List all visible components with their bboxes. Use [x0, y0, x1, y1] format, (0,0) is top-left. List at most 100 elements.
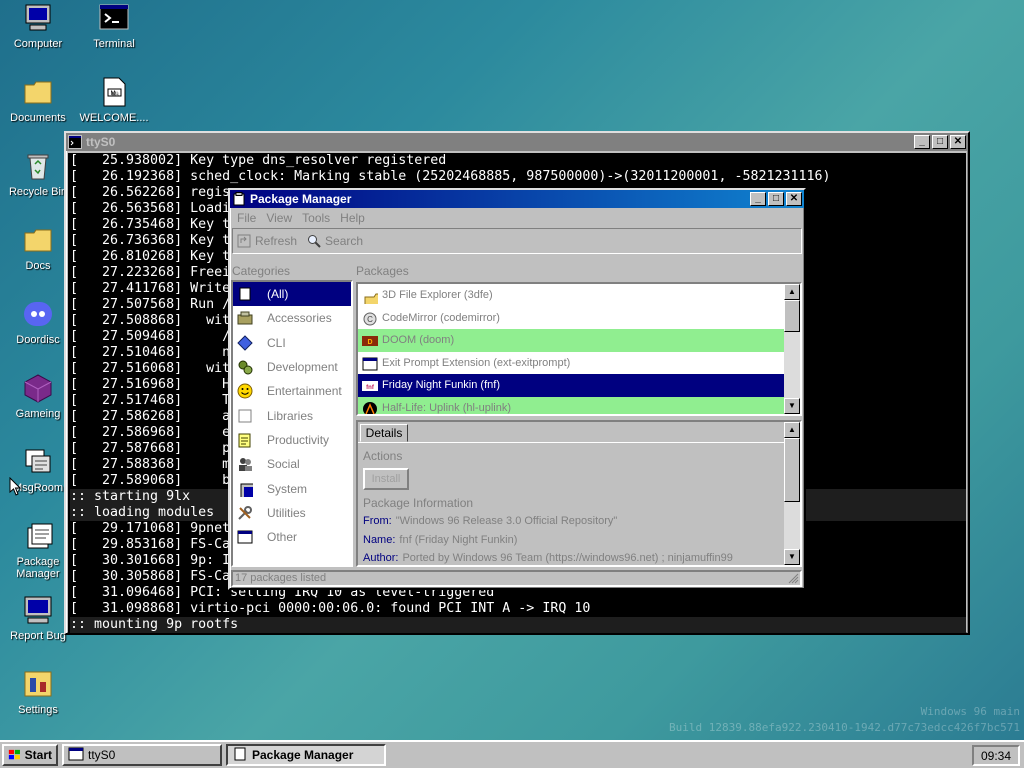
category-all[interactable]: (All) — [233, 282, 351, 307]
category-label: Social — [267, 457, 300, 472]
categories-list[interactable]: (All) Accessories CLI Development Entertainm… — [231, 280, 353, 567]
category-label: Accessories — [267, 311, 332, 326]
details-scrollbar[interactable]: ▲ ▼ — [784, 422, 800, 565]
task-label: Package Manager — [252, 748, 354, 762]
menu-file[interactable]: File — [232, 211, 261, 225]
category-cli[interactable]: CLI — [233, 331, 351, 355]
desktop-icon-settings[interactable]: Settings — [0, 668, 76, 716]
accessories-icon — [237, 310, 253, 326]
category-label: Development — [267, 360, 338, 375]
task-button-ttys0[interactable]: ttyS0 — [62, 744, 222, 766]
package-row[interactable]: D DOOM (doom) — [358, 329, 784, 352]
menu-bar: File View Tools Help — [230, 208, 804, 228]
status-bar: 17 packages listed — [231, 570, 802, 587]
category-entertainment[interactable]: Entertainment — [233, 379, 351, 403]
resize-grip-icon[interactable] — [788, 573, 799, 584]
desktop-icon-welcome[interactable]: M↓ WELCOME.... — [76, 76, 152, 124]
package-label: Half-Life: Uplink (hl-uplink) — [382, 401, 511, 414]
minimize-button[interactable]: _ — [914, 135, 930, 149]
category-system[interactable]: System — [233, 476, 351, 510]
folder-icon — [22, 224, 54, 256]
maximize-button[interactable]: □ — [932, 135, 948, 149]
watermark-line1: Windows 96 main — [920, 705, 1020, 718]
category-productivity[interactable]: Productivity — [233, 428, 351, 452]
install-button[interactable]: Install — [363, 468, 409, 490]
close-button[interactable]: ✕ — [950, 135, 966, 149]
category-label: (All) — [267, 287, 289, 302]
terminal-line: :: mounting 9p rootfs — [70, 617, 966, 633]
monitor-icon — [22, 594, 54, 626]
search-button[interactable]: Search — [307, 234, 363, 248]
category-label: Utilities — [267, 505, 306, 520]
category-accessories[interactable]: Accessories — [233, 306, 351, 330]
scroll-down-button[interactable]: ▼ — [784, 398, 800, 414]
terminal-icon — [98, 2, 130, 34]
scroll-up-button[interactable]: ▲ — [784, 284, 800, 300]
category-label: System — [267, 481, 308, 496]
category-label: CLI — [267, 335, 286, 350]
task-button-package-manager[interactable]: Package Manager — [226, 744, 386, 766]
category-social[interactable]: Social — [233, 452, 351, 476]
info-value: Ported by Windows 96 Team (https://windo… — [402, 552, 733, 564]
packages-scrollbar[interactable]: ▲ ▼ — [784, 284, 800, 414]
category-development[interactable]: Development — [233, 355, 351, 379]
settings-icon — [22, 668, 54, 700]
minimize-button[interactable]: _ — [750, 192, 766, 206]
packages-list[interactable]: 3D File Explorer (3dfe) C CodeMirror (code… — [356, 282, 802, 416]
start-button[interactable]: Start — [2, 744, 58, 766]
package-info-label: Package Information — [363, 496, 474, 510]
package-label: CodeMirror (codemirror) — [382, 311, 500, 324]
menu-tools[interactable]: Tools — [297, 211, 335, 225]
scroll-down-button[interactable]: ▼ — [784, 549, 800, 565]
chat-icon — [22, 446, 54, 478]
clock[interactable]: 09:34 — [972, 745, 1020, 766]
scroll-thumb[interactable] — [784, 438, 800, 502]
info-key: Author: — [363, 552, 399, 564]
maximize-button[interactable]: □ — [768, 192, 784, 206]
package-manager-titlebar[interactable]: Package Manager _ □ ✕ — [230, 190, 804, 208]
toolbar: Refresh Search — [232, 228, 802, 254]
category-libraries[interactable]: Libraries — [233, 403, 351, 427]
scroll-thumb[interactable] — [784, 300, 800, 332]
package-row[interactable]: Exit Prompt Extension (ext-exitprompt) — [358, 352, 784, 375]
category-label: Other — [267, 530, 298, 545]
halflife-icon — [362, 401, 377, 414]
menu-view[interactable]: View — [261, 211, 297, 225]
desktop-icon-computer[interactable]: Computer — [0, 2, 76, 50]
codemirror-icon: C — [362, 311, 377, 326]
category-label: Entertainment — [267, 384, 342, 399]
package-row[interactable]: Half-Life: Uplink (hl-uplink) — [358, 396, 784, 414]
fnf-icon: fnf — [362, 378, 378, 392]
close-button[interactable]: ✕ — [786, 192, 802, 206]
terminal-line: [ 31.098868] virtio-pci 0000:00:06.0: fo… — [70, 601, 591, 616]
package-row[interactable]: C CodeMirror (codemirror) — [358, 307, 784, 330]
package-row[interactable]: fnf Friday Night Funkin (fnf) — [358, 374, 784, 397]
search-icon — [308, 235, 321, 248]
info-value: "Windows 96 Release 3.0 Official Reposit… — [395, 515, 618, 527]
terminal-titlebar[interactable]: ttyS0 _ □ ✕ — [66, 133, 968, 151]
menu-help[interactable]: Help — [335, 211, 370, 225]
smiley-icon — [237, 383, 253, 399]
desktop-icon-label: Documents — [10, 112, 66, 124]
package-icon — [232, 746, 248, 765]
taskbar: Start ttyS0 Package Manager 09:34 — [0, 740, 1024, 768]
info-key: From: — [363, 515, 392, 527]
package-manager-title: Package Manager — [250, 192, 352, 206]
tools-icon — [237, 505, 253, 521]
start-logo-icon — [8, 749, 20, 760]
package-label: Friday Night Funkin (fnf) — [382, 379, 500, 392]
refresh-button[interactable]: Refresh — [237, 234, 297, 248]
start-label: Start — [24, 748, 52, 762]
desktop-icon-terminal[interactable]: Terminal — [76, 2, 152, 50]
tab-details[interactable]: Details — [360, 424, 408, 442]
category-label: Productivity — [267, 432, 330, 447]
scroll-up-button[interactable]: ▲ — [784, 422, 800, 438]
doom-icon: D — [362, 333, 378, 347]
desktop-icon-documents[interactable]: Documents — [0, 76, 76, 124]
terminal-icon — [68, 135, 82, 149]
category-utilities[interactable]: Utilities — [233, 501, 351, 525]
package-row[interactable]: 3D File Explorer (3dfe) — [358, 284, 784, 316]
category-other[interactable]: Other — [233, 525, 351, 549]
mouse-cursor-icon — [9, 477, 21, 496]
category-label: Libraries — [267, 408, 314, 423]
